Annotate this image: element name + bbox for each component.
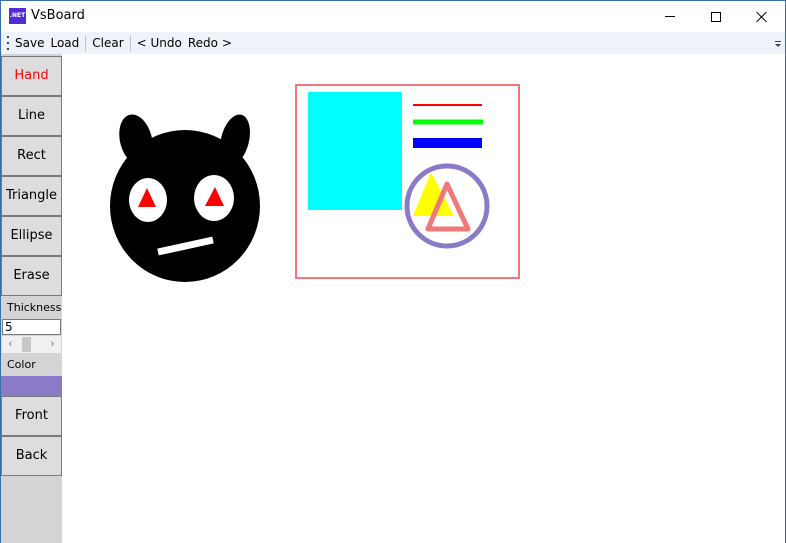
toolbar-grip-icon[interactable] [4,36,12,50]
app-window: .NET VsBoard Save Load Clear < Undo Redo… [0,0,786,543]
tool-panel: Hand Line Rect Triangle Ellipse Erase Th… [1,54,62,543]
cyan-rectangle [308,92,402,210]
toolbar-separator [85,35,87,51]
scroll-thumb[interactable] [22,337,31,352]
tool-line-button[interactable]: Line [1,96,62,136]
undo-button[interactable]: < Undo [134,33,185,53]
color-swatch[interactable] [1,376,62,396]
tool-triangle-button[interactable]: Triangle [1,176,62,216]
toolbar-overflow-icon[interactable] [775,41,781,49]
send-back-button[interactable]: Back [1,436,62,476]
tool-ellipse-button[interactable]: Ellipse [1,216,62,256]
bring-front-button[interactable]: Front [1,396,62,436]
thickness-label: Thickness [7,301,62,314]
character-drawing[interactable] [110,111,260,282]
tool-hand-button[interactable]: Hand [1,56,62,96]
canvas-svg [110,84,520,282]
tool-rect-button[interactable]: Rect [1,136,62,176]
dotnet-app-icon: .NET [9,8,26,24]
scroll-left-icon[interactable]: ‹ [2,336,19,353]
toolbar-separator [129,35,131,51]
maximize-icon [711,11,721,22]
save-button[interactable]: Save [12,33,47,53]
thickness-scrollbar[interactable]: ‹ › [2,336,61,353]
title-bar[interactable]: .NET VsBoard [1,1,785,32]
tool-erase-button[interactable]: Erase [1,256,62,296]
redo-button[interactable]: Redo > [185,33,235,53]
close-button[interactable] [739,1,785,32]
close-icon [756,11,768,23]
minimize-button[interactable] [647,1,693,32]
minimize-icon [665,16,675,17]
thickness-input[interactable]: 5 [2,319,61,335]
maximize-button[interactable] [693,1,739,32]
shapes-group[interactable] [295,84,520,279]
toolbar: Save Load Clear < Undo Redo > [1,32,785,54]
clear-button[interactable]: Clear [89,33,126,53]
scroll-right-icon[interactable]: › [44,336,61,353]
color-label: Color [7,358,36,371]
load-button[interactable]: Load [47,33,82,53]
window-title: VsBoard [31,8,85,23]
drawing-canvas[interactable] [62,54,785,543]
